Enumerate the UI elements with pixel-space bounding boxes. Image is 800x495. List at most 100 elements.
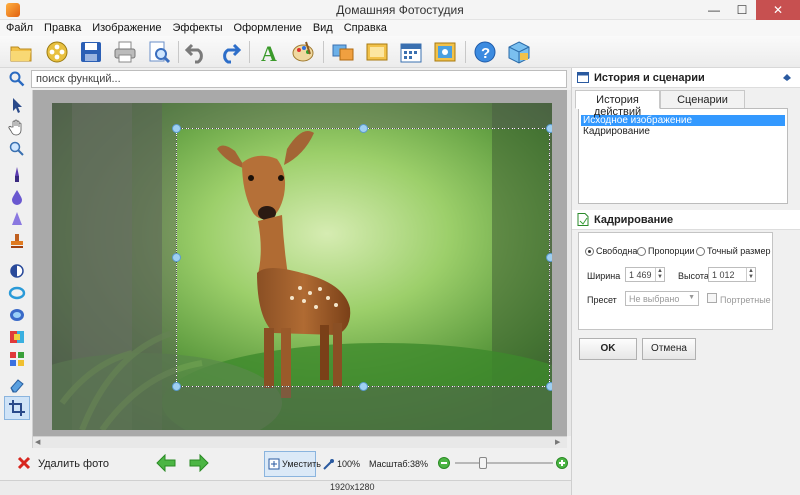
- width-spinner-icon[interactable]: ▲ ▼: [655, 268, 664, 281]
- menu-view[interactable]: Вид: [307, 20, 338, 34]
- height-spinner-icon[interactable]: ▲ ▼: [746, 268, 755, 281]
- open-folder-icon[interactable]: [8, 39, 34, 65]
- fit-button[interactable]: Уместить: [264, 451, 321, 477]
- lens-icon[interactable]: [8, 306, 26, 324]
- title-bar: Домашняя Фотостудия — ☐ ✕: [0, 0, 800, 20]
- image-canvas[interactable]: [33, 90, 567, 436]
- print-icon[interactable]: [112, 39, 138, 65]
- mode-free-radio[interactable]: [585, 247, 594, 256]
- crop-handle-b[interactable]: [359, 382, 368, 391]
- frame-icon[interactable]: [364, 39, 390, 65]
- brush-icon[interactable]: [8, 166, 26, 184]
- delete-photo-button[interactable]: Удалить фото: [38, 458, 109, 470]
- minimize-button[interactable]: —: [700, 0, 728, 20]
- preview-icon[interactable]: [146, 39, 172, 65]
- crop-icon[interactable]: [8, 399, 26, 417]
- text-icon[interactable]: A: [256, 39, 282, 65]
- undo-icon[interactable]: [184, 39, 210, 65]
- menu-edit[interactable]: Правка: [38, 20, 86, 34]
- svg-text:A: A: [261, 41, 277, 65]
- delete-x-icon: [17, 456, 31, 470]
- drop-icon[interactable]: [8, 188, 26, 206]
- crop-handle-tl[interactable]: [172, 124, 181, 133]
- zoom-slider-track[interactable]: [455, 462, 553, 464]
- height-value: 1 012: [712, 270, 735, 280]
- zoom-slider-thumb[interactable]: [479, 457, 487, 469]
- height-field[interactable]: 1 012 ▲ ▼: [708, 267, 756, 282]
- zoom-out-button[interactable]: [438, 457, 450, 469]
- card-icon[interactable]: [432, 39, 458, 65]
- scroll-left-icon[interactable]: ◀: [35, 438, 40, 446]
- crop-handle-l[interactable]: [172, 253, 181, 262]
- crop-handle-bl[interactable]: [172, 382, 181, 391]
- redo-icon[interactable]: [216, 39, 242, 65]
- sharpen-icon[interactable]: [8, 210, 26, 228]
- crop-handle-br[interactable]: [546, 382, 552, 391]
- zoom-icon[interactable]: [8, 140, 26, 158]
- width-field[interactable]: 1 469 ▲ ▼: [625, 267, 665, 282]
- ring-icon[interactable]: [8, 284, 26, 302]
- pointer-icon[interactable]: [8, 96, 26, 114]
- zoom-100-icon[interactable]: [323, 458, 335, 470]
- horizontal-scrollbar[interactable]: ◀ ▶: [33, 436, 567, 448]
- tab-history[interactable]: История действий: [575, 90, 660, 118]
- mode-proportions-label[interactable]: Пропорции: [648, 246, 695, 256]
- mode-free-label[interactable]: Свободная: [596, 246, 642, 256]
- history-list[interactable]: Исходное изображение Кадрирование: [578, 108, 788, 204]
- preset-select[interactable]: Не выбрано ▼: [625, 291, 699, 306]
- crop-handle-t[interactable]: [359, 124, 368, 133]
- menu-file[interactable]: Файл: [0, 20, 38, 34]
- calendar-icon[interactable]: [398, 39, 424, 65]
- scroll-right-icon[interactable]: ▶: [555, 438, 560, 446]
- menu-image[interactable]: Изображение: [86, 20, 166, 34]
- film-reel-icon[interactable]: [44, 39, 70, 65]
- save-icon[interactable]: [78, 39, 104, 65]
- search-row: поиск функций...: [0, 68, 571, 90]
- hand-icon[interactable]: [8, 118, 26, 136]
- tab-scenarios[interactable]: Сценарии: [660, 90, 745, 109]
- eraser-icon[interactable]: [8, 376, 26, 394]
- search-input[interactable]: поиск функций...: [31, 70, 567, 88]
- toolbar-separator: [323, 41, 324, 63]
- maximize-button[interactable]: ☐: [728, 0, 756, 20]
- contrast-icon[interactable]: [8, 262, 26, 280]
- crop-handle-tr[interactable]: [546, 124, 552, 133]
- cancel-button[interactable]: Отмена: [642, 338, 696, 360]
- portrait-checkbox[interactable]: [707, 293, 717, 303]
- menu-effects[interactable]: Эффекты: [167, 20, 228, 34]
- palette-icon[interactable]: [290, 39, 316, 65]
- close-button[interactable]: ✕: [756, 0, 800, 20]
- ok-button[interactable]: OK: [579, 338, 637, 360]
- crop-handle-r[interactable]: [546, 253, 552, 262]
- mode-exact-radio[interactable]: [696, 247, 705, 256]
- help-icon[interactable]: ?: [472, 39, 498, 65]
- crop-options: Свободная Пропорции Точный размер Ширина…: [578, 232, 773, 330]
- history-tabs: История действий Сценарии: [575, 90, 797, 118]
- mode-proportions-radio[interactable]: [637, 247, 646, 256]
- stamp-icon[interactable]: [8, 232, 26, 250]
- previous-photo-icon[interactable]: [156, 454, 176, 472]
- photo[interactable]: [52, 103, 552, 430]
- toolbar-separator: [465, 41, 466, 63]
- zoom-in-button[interactable]: [556, 457, 568, 469]
- width-value: 1 469: [629, 270, 652, 280]
- scale-label: Масштаб:: [369, 459, 411, 469]
- collage-icon[interactable]: [330, 39, 356, 65]
- history-panel-header: История и сценарии: [572, 68, 800, 88]
- next-photo-icon[interactable]: [189, 454, 209, 472]
- zoom-100-button[interactable]: 100%: [337, 459, 360, 469]
- fit-label: Уместить: [282, 459, 321, 469]
- menu-help[interactable]: Справка: [338, 20, 392, 34]
- mode-exact-label[interactable]: Точный размер: [707, 246, 771, 256]
- toolbar: A ?: [0, 36, 800, 68]
- box-icon[interactable]: [506, 39, 532, 65]
- history-item-crop[interactable]: Кадрирование: [581, 126, 785, 137]
- grid-icon[interactable]: [8, 350, 26, 368]
- crop-frame[interactable]: [176, 128, 550, 387]
- collapse-icon[interactable]: [782, 73, 792, 82]
- minus-icon: [441, 462, 447, 464]
- portrait-label[interactable]: Портретные: [720, 295, 771, 305]
- right-panel: История и сценарии История действий Сцен…: [571, 68, 800, 495]
- menu-design[interactable]: Оформление: [228, 20, 307, 34]
- layers-icon[interactable]: [8, 328, 26, 346]
